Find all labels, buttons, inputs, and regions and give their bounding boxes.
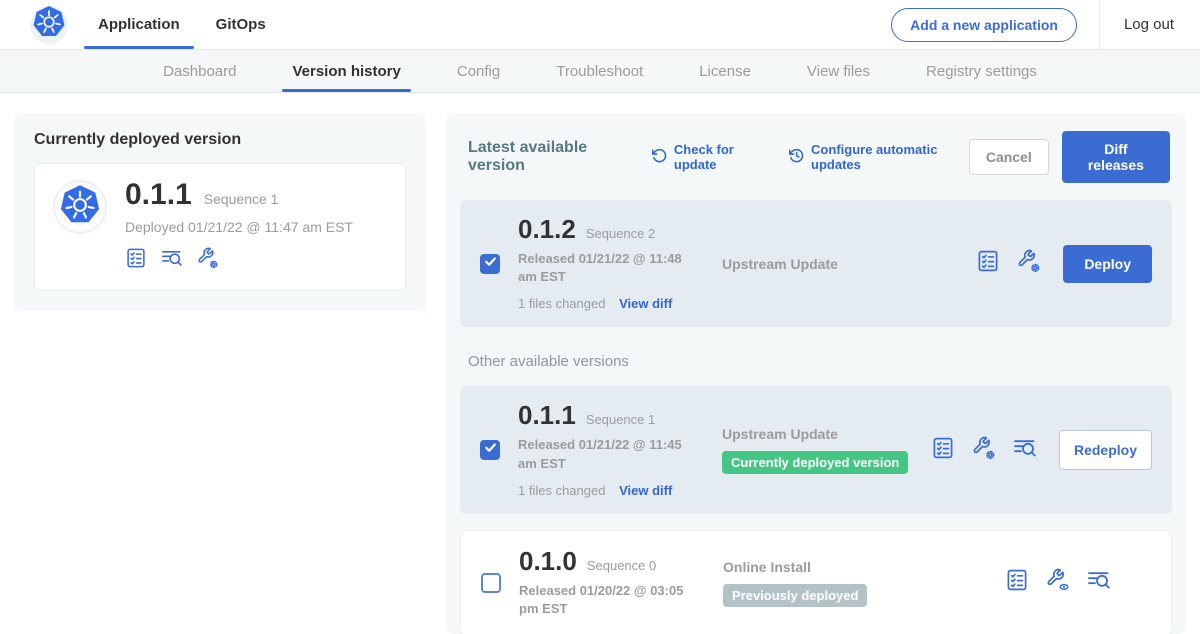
deployed-version-info: 0.1.1 Sequence 1 Deployed 01/21/22 @ 11:… xyxy=(125,180,353,274)
diff-releases-button[interactable]: Diff releases xyxy=(1062,131,1170,183)
release-notes-icon[interactable] xyxy=(125,247,147,274)
version-row-0-1-2: 0.1.2 Sequence 2 Released 01/21/22 @ 11:… xyxy=(460,200,1172,327)
configure-auto-updates-link[interactable]: Configure automatic updates xyxy=(788,142,969,172)
version-source-block: Online Install Previously deployed xyxy=(717,559,1005,607)
version-number: 0.1.2 xyxy=(518,216,576,242)
release-notes-icon[interactable] xyxy=(976,249,1000,278)
currently-deployed-heading: Currently deployed version xyxy=(34,131,406,149)
latest-version-heading: Latest available version xyxy=(468,139,629,175)
tab-gitops[interactable]: GitOps xyxy=(216,0,266,49)
top-nav-right: Add a new application Log out xyxy=(891,0,1174,49)
released-timestamp: Released 01/21/22 @ 11:45 am EST xyxy=(518,436,704,472)
sequence-label: Sequence 1 xyxy=(586,412,655,427)
add-new-application-button[interactable]: Add a new application xyxy=(891,8,1077,42)
redeploy-button[interactable]: Redeploy xyxy=(1059,430,1152,470)
currently-deployed-badge: Currently deployed version xyxy=(722,451,908,474)
view-diff-link[interactable]: View diff xyxy=(619,296,672,311)
version-info-block: 0.1.0 Sequence 0 Released 01/20/22 @ 03:… xyxy=(519,548,717,618)
version-row-0-1-1: 0.1.1 Sequence 1 Released 01/21/22 @ 11:… xyxy=(460,386,1172,513)
release-notes-icon[interactable] xyxy=(931,436,955,465)
version-number: 0.1.0 xyxy=(519,548,577,574)
app-sub-nav: Dashboard Version history Config Trouble… xyxy=(0,50,1200,93)
view-diff-link[interactable]: View diff xyxy=(619,483,672,498)
subnav-item-registry-settings[interactable]: Registry settings xyxy=(926,50,1037,92)
checkbox-check-icon xyxy=(484,441,497,459)
version-actions xyxy=(1005,568,1151,597)
files-changed-label: 1 files changed xyxy=(518,296,605,311)
deploy-logs-icon[interactable] xyxy=(161,247,183,274)
cancel-button[interactable]: Cancel xyxy=(969,139,1049,175)
version-number: 0.1.1 xyxy=(518,402,576,428)
top-nav: Application GitOps Add a new application… xyxy=(0,0,1200,50)
version-actions: Deploy xyxy=(976,245,1152,283)
version-actions: Redeploy xyxy=(931,430,1152,470)
edit-config-icon[interactable] xyxy=(1017,249,1041,278)
subnav-item-troubleshoot[interactable]: Troubleshoot xyxy=(556,50,643,92)
subnav-item-config[interactable]: Config xyxy=(457,50,500,92)
deployed-sequence-label: Sequence 1 xyxy=(204,191,279,207)
sequence-label: Sequence 2 xyxy=(586,226,655,241)
latest-version-header: Latest available version Check for updat… xyxy=(460,127,1172,183)
version-source-label: Upstream Update xyxy=(722,256,976,272)
deploy-logs-icon[interactable] xyxy=(1013,436,1037,465)
edit-config-icon[interactable] xyxy=(197,247,219,274)
sequence-label: Sequence 0 xyxy=(587,558,656,573)
main-content: Currently deployed version 0.1.1 Sequenc… xyxy=(0,93,1200,634)
subnav-item-license[interactable]: License xyxy=(699,50,751,92)
deployed-timestamp: Deployed 01/21/22 @ 11:47 am EST xyxy=(125,219,353,235)
app-logo-icon xyxy=(32,5,66,44)
logout-link[interactable]: Log out xyxy=(1100,16,1174,33)
version-source-label: Online Install xyxy=(723,559,1005,575)
top-nav-tabs: Application GitOps xyxy=(98,0,266,49)
kubernetes-icon xyxy=(59,184,101,231)
app-icon-badge xyxy=(53,180,107,234)
released-timestamp: Released 01/20/22 @ 03:05 pm EST xyxy=(519,582,705,618)
tab-application[interactable]: Application xyxy=(98,0,180,49)
subnav-item-version-history[interactable]: Version history xyxy=(292,50,400,92)
version-row-0-1-0: 0.1.0 Sequence 0 Released 01/20/22 @ 03:… xyxy=(460,530,1172,634)
checkbox-check-icon xyxy=(484,255,497,273)
app-logo[interactable] xyxy=(30,6,68,44)
previously-deployed-badge: Previously deployed xyxy=(723,584,867,607)
version-history-panel: Latest available version Check for updat… xyxy=(446,113,1186,634)
version-info-block: 0.1.2 Sequence 2 Released 01/21/22 @ 11:… xyxy=(518,216,716,311)
check-update-icon xyxy=(651,147,668,167)
view-config-icon[interactable] xyxy=(1046,568,1070,597)
check-for-update-label: Check for update xyxy=(674,142,766,172)
auto-update-icon xyxy=(788,147,805,167)
release-notes-icon[interactable] xyxy=(1005,568,1029,597)
edit-config-icon[interactable] xyxy=(972,436,996,465)
deployed-version-number: 0.1.1 xyxy=(125,180,192,210)
version-checkbox[interactable] xyxy=(480,254,500,274)
files-changed-label: 1 files changed xyxy=(518,483,605,498)
released-timestamp: Released 01/21/22 @ 11:48 am EST xyxy=(518,250,704,286)
version-checkbox[interactable] xyxy=(480,440,500,460)
version-source-label: Upstream Update xyxy=(722,426,931,442)
subnav-item-dashboard[interactable]: Dashboard xyxy=(163,50,236,92)
currently-deployed-card: Currently deployed version 0.1.1 Sequenc… xyxy=(14,113,426,311)
deployed-version-card: 0.1.1 Sequence 1 Deployed 01/21/22 @ 11:… xyxy=(34,163,406,291)
version-source-block: Upstream Update Currently deployed versi… xyxy=(716,426,931,474)
subnav-item-view-files[interactable]: View files xyxy=(807,50,870,92)
version-checkbox[interactable] xyxy=(481,573,501,593)
configure-auto-updates-label: Configure automatic updates xyxy=(811,142,969,172)
check-for-update-link[interactable]: Check for update xyxy=(651,142,766,172)
version-source-block: Upstream Update xyxy=(716,256,976,272)
version-info-block: 0.1.1 Sequence 1 Released 01/21/22 @ 11:… xyxy=(518,402,716,497)
deploy-button[interactable]: Deploy xyxy=(1063,245,1152,283)
deploy-logs-icon[interactable] xyxy=(1087,568,1111,597)
other-versions-heading: Other available versions xyxy=(468,353,1172,370)
